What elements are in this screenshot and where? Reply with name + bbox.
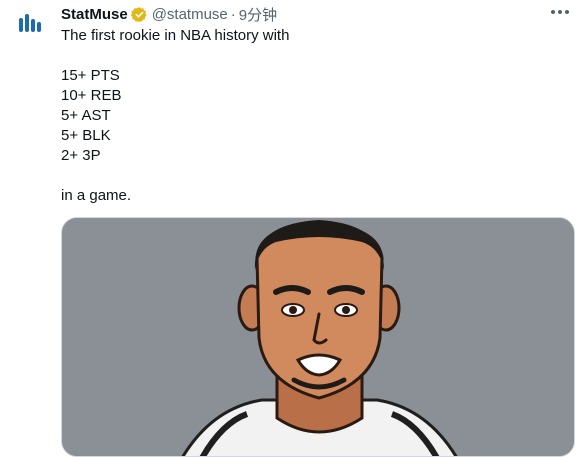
tweet-line: The first rookie in NBA history with <box>61 27 290 44</box>
tweet-line: 10+ REB <box>61 87 122 104</box>
tweet-line: in a game. <box>61 187 132 204</box>
handle[interactable]: @statmuse <box>152 6 228 23</box>
avatar[interactable] <box>10 4 50 44</box>
tweet-line: 5+ BLK <box>61 127 111 144</box>
more-options-button[interactable] <box>548 2 572 22</box>
tweet-line <box>61 166 561 186</box>
tweet-line <box>61 46 561 66</box>
tweet-line: 5+ AST <box>61 107 111 124</box>
tweet-text: The first rookie in NBA history with 15+… <box>61 26 561 206</box>
tweet-media-image[interactable] <box>61 217 575 457</box>
separator-dot: · <box>230 5 236 23</box>
tweet-line: 15+ PTS <box>61 67 120 84</box>
timestamp[interactable]: 9分钟 <box>239 4 277 25</box>
more-options-icon <box>551 10 569 14</box>
player-illustration <box>62 218 574 456</box>
statmuse-logo-icon <box>10 4 50 44</box>
display-name[interactable]: StatMuse <box>61 6 128 23</box>
gold-verified-badge-icon[interactable] <box>130 6 148 23</box>
tweet-header: StatMuse @statmuse · 9分钟 <box>61 4 570 24</box>
tweet-line: 2+ 3P <box>61 147 101 164</box>
